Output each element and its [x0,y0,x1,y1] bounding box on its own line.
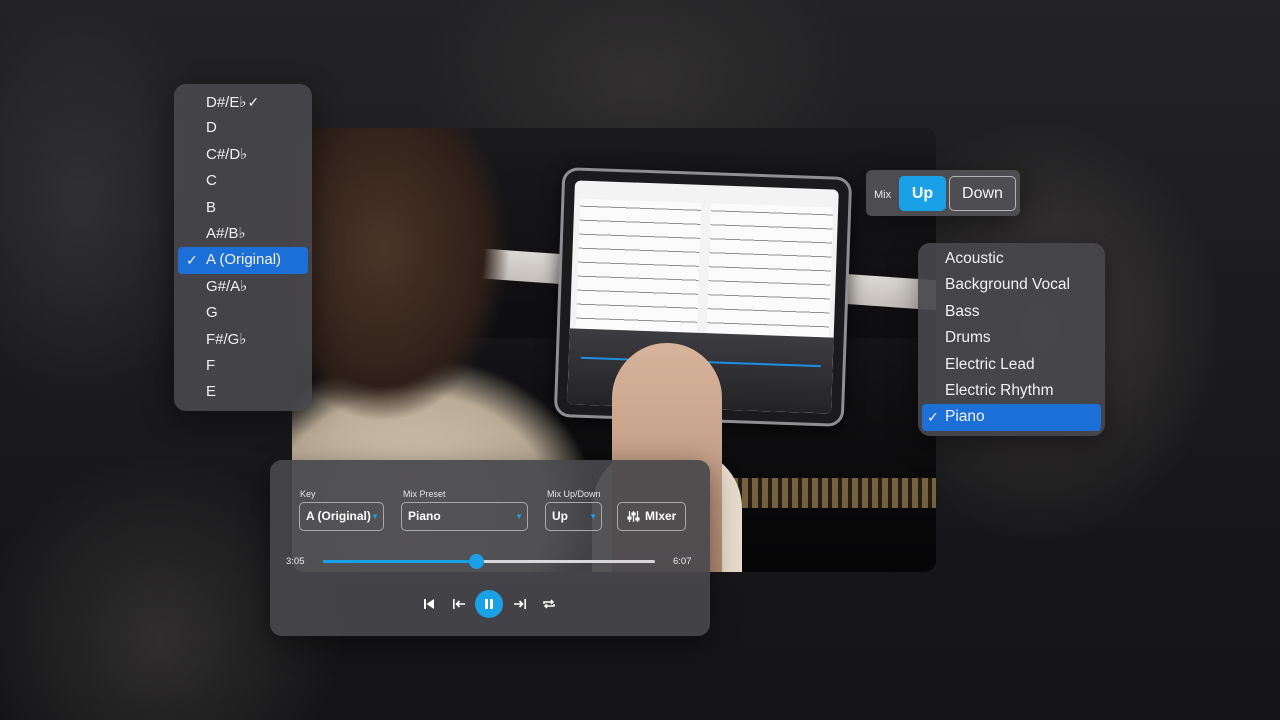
key-menu-item-label: C#/D♭ [206,145,248,163]
mix-preset-menu-item[interactable]: Electric Rhythm [922,378,1101,404]
key-menu-item-label: D#/E♭ [206,94,247,111]
key-menu-item[interactable]: ✓ A (Original) [178,247,308,274]
key-select[interactable]: A (Original) ▼ [299,502,384,531]
sheet-music-right [706,203,833,347]
key-menu-item[interactable]: F [178,353,308,379]
mix-preset-menu-item[interactable]: Acoustic [922,246,1101,272]
key-menu-item[interactable]: D#/E♭✓ [178,89,308,115]
key-menu-item-label: C [206,172,217,190]
key-menu: D#/E♭✓ D C#/D♭ C B A#/B♭ ✓ A (Original) G#/A♭ G F#… [174,84,312,411]
key-menu-item[interactable]: G [178,300,308,326]
mixer-button[interactable]: MIxer [617,502,686,531]
mix-preset-menu-item-label: Background Vocal [945,276,1070,294]
key-menu-item[interactable]: E [178,379,308,405]
mix-preset-menu-item[interactable]: Background Vocal [922,272,1101,298]
mix-updown-select-value: Up [552,509,568,523]
mix-preset-menu-item-label: Drums [945,329,991,347]
key-menu-item[interactable]: D [178,115,308,141]
chevron-down-icon: ▼ [589,512,597,521]
mix-preset-select-value: Piano [408,509,441,523]
key-select-value: A (Original) [306,509,371,523]
chevron-down-icon: ▼ [515,512,523,521]
key-menu-item-label: E [206,383,217,401]
mix-preset-menu-item-label: Bass [945,302,980,320]
mix-preset-menu-item[interactable]: ✓ Piano [922,404,1101,431]
skip-back-icon[interactable] [417,592,441,616]
key-menu-item[interactable]: G#/A♭ [178,274,308,300]
mixer-button-label: MIxer [645,509,677,523]
key-menu-item[interactable]: C#/D♭ [178,142,308,168]
mix-preset-menu-item[interactable]: Electric Lead [922,352,1101,378]
mix-preset-menu: Acoustic Background Vocal Bass Drums Electri… [918,243,1105,436]
forward-icon[interactable] [508,592,532,616]
key-menu-item[interactable]: B [178,195,308,221]
key-menu-item-label: B [206,198,217,216]
updown-field-label: Mix Up/Down [547,489,601,499]
total-time: 6:07 [673,556,692,567]
mix-preset-menu-item-label: Electric Rhythm [945,381,1054,399]
key-menu-item-label: F#/G♭ [206,330,247,348]
checkmark-icon: ✓ [927,409,939,426]
sliders-icon [627,511,640,522]
key-menu-item[interactable]: F#/G♭ [178,327,308,353]
back-10-icon[interactable] [447,592,471,616]
mix-toggle-label: Mix [874,189,892,201]
key-menu-item-label: D [206,119,217,137]
checkmark-icon: ✓ [247,94,260,110]
checkmark-icon: ✓ [186,252,198,269]
key-menu-item-label: A#/B♭ [206,224,246,242]
mix-preset-menu-item-label: Piano [945,408,985,426]
transport-controls [270,590,710,618]
mix-down-button[interactable]: Down [949,176,1016,211]
mix-preset-menu-item-label: Electric Lead [945,355,1035,373]
mix-preset-menu-item[interactable]: Drums [922,325,1101,351]
mix-toggle: Mix Up Down [866,170,1020,216]
player-panel: Key A (Original) ▼ Mix Preset Piano ▼ Mi… [270,460,710,636]
current-time: 3:05 [286,556,305,567]
key-menu-item[interactable]: A#/B♭ [178,221,308,247]
mix-preset-select[interactable]: Piano ▼ [401,502,528,531]
photo-piano-keys [712,478,936,508]
key-field-label: Key [300,489,316,499]
key-menu-item-label: G [206,304,218,322]
mix-updown-select[interactable]: Up ▼ [545,502,602,531]
key-menu-item-label: F [206,356,216,374]
chevron-down-icon: ▼ [371,512,379,521]
mix-preset-menu-item[interactable]: Bass [922,299,1101,325]
progress-thumb[interactable] [468,554,484,569]
preset-field-label: Mix Preset [403,489,446,499]
sheet-music-left [575,198,702,342]
key-menu-item-label: G#/A♭ [206,277,248,295]
pause-icon[interactable] [475,590,503,618]
progress-slider[interactable] [323,554,655,569]
mix-up-button[interactable]: Up [899,176,946,211]
progress-fill [323,560,476,563]
key-menu-item-label: A (Original) [206,251,282,269]
key-menu-item[interactable]: C [178,168,308,194]
mix-preset-menu-item-label: Acoustic [945,250,1004,267]
repeat-icon[interactable] [537,592,561,616]
